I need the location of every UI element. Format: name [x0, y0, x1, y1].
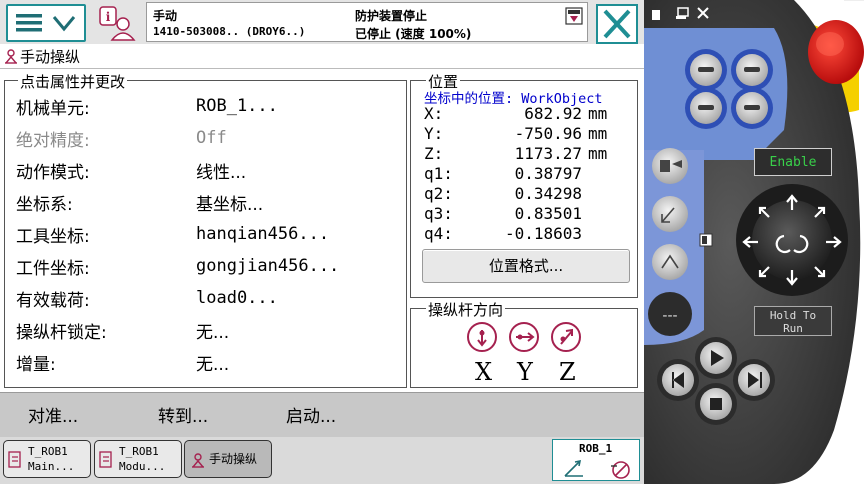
pos-q2-label: q2:	[424, 184, 453, 203]
properties-legend: 点击属性并更改	[18, 71, 128, 92]
hamburger-icon	[16, 14, 76, 32]
safety-state: 防护装置停止	[355, 9, 428, 23]
svg-text:i: i	[106, 10, 111, 24]
taskbar-item-line1: T_ROB1	[119, 445, 159, 458]
payload-label[interactable]: 有效载荷:	[16, 286, 90, 311]
pos-y-label: Y:	[424, 124, 444, 143]
joystick-axis-y: Y	[517, 358, 533, 386]
increment-label[interactable]: 增量:	[16, 350, 56, 375]
pos-z-value: 1173.27	[514, 144, 582, 163]
activate-button[interactable]: 启动...	[286, 402, 336, 427]
pos-x-label: X:	[424, 104, 444, 123]
joystick-axis-z: Z	[559, 358, 576, 386]
taskbar-item-module[interactable]: T_ROB1 Modu...	[94, 440, 182, 478]
pos-q4-label: q4:	[424, 224, 453, 243]
enable-device-button[interactable]: Enable	[754, 148, 832, 176]
title-row	[0, 44, 644, 69]
hold-to-run-button[interactable]: Hold To Run	[754, 306, 832, 336]
motion-mode-label[interactable]: 动作模式:	[16, 158, 90, 183]
page-title: 手动操纵	[20, 48, 81, 66]
jogging-icon	[5, 49, 17, 64]
absolute-accuracy-label: 绝对精度:	[16, 131, 90, 151]
taskbar-item-line1: T_ROB1	[28, 445, 68, 458]
taskbar-item-line2: Modu...	[119, 460, 166, 473]
position-format-button[interactable]: 位置格式...	[422, 249, 630, 283]
system-name: 1410-503008.. (DROY6..)	[153, 25, 306, 38]
absolute-accuracy-value: Off	[196, 128, 227, 148]
program-editor-icon	[99, 451, 112, 468]
pos-y-unit: mm	[588, 124, 608, 143]
payload-value[interactable]: load0...	[196, 288, 278, 308]
svg-text:---: ---	[662, 308, 677, 324]
operating-mode: 手动	[153, 9, 178, 23]
pos-z-label: Z:	[424, 144, 444, 163]
joystick-direction-legend: 操纵杆方向	[426, 299, 506, 320]
taskbar-item-line2: Main...	[28, 460, 75, 473]
goto-button[interactable]: 转到...	[158, 402, 208, 427]
program-editor-icon	[8, 451, 21, 468]
pos-z-unit: mm	[588, 144, 608, 163]
status-panel[interactable]: 手动 1410-503008.. (DROY6..) 防护装置停止 已停止 (速…	[146, 2, 588, 42]
jogging-icon	[192, 453, 204, 468]
pos-x-value: 682.92	[524, 104, 582, 123]
coordinate-system-value[interactable]: 基坐标...	[196, 190, 263, 215]
joystick-y-icon	[509, 322, 539, 352]
mechanical-unit-value[interactable]: ROB_1...	[196, 96, 278, 116]
run-state: 已停止 (速度 100%)	[355, 27, 472, 41]
pos-q4-value: -0.18603	[504, 224, 582, 243]
close-button[interactable]	[596, 4, 638, 44]
pos-q3-value: 0.83501	[514, 204, 582, 223]
coordinate-system-label[interactable]: 坐标系:	[16, 190, 73, 215]
pos-q1-value: 0.38797	[514, 164, 582, 183]
hold-to-run-line1: Hold To	[769, 309, 817, 322]
joystick-lock-label[interactable]: 操纵杆锁定:	[16, 318, 107, 343]
taskbar-item-main[interactable]: T_ROB1 Main...	[3, 440, 91, 478]
window-switch-icon	[565, 7, 583, 25]
tool-value[interactable]: hanqian456...	[196, 224, 329, 244]
work-object-value[interactable]: gongjian456...	[196, 256, 339, 276]
joystick-lock-value[interactable]: 无...	[196, 318, 229, 343]
taskbar-item-label: 手动操纵	[209, 452, 258, 466]
pos-q3-label: q3:	[424, 204, 453, 223]
pos-q2-value: 0.34298	[514, 184, 582, 203]
flexpendant-panel: ---	[644, 0, 864, 484]
close-icon	[603, 9, 631, 39]
hold-to-run-line2: Run	[783, 322, 803, 335]
motion-mode-value[interactable]: 线性...	[196, 158, 246, 183]
increment-value[interactable]: 无...	[196, 350, 229, 375]
joystick-z-icon	[551, 322, 581, 352]
joystick-x-icon	[467, 322, 497, 352]
user-info-icon: i	[99, 6, 136, 41]
joystick-axis-x: X	[475, 358, 493, 386]
work-object-label[interactable]: 工件坐标:	[16, 254, 90, 279]
motion-mode-icon	[564, 459, 630, 479]
pos-q1-label: q1:	[424, 164, 453, 183]
abb-menu-button[interactable]	[6, 4, 86, 42]
align-button[interactable]: 对准...	[28, 402, 78, 427]
pos-y-value: -750.96	[514, 124, 582, 143]
mechanical-unit-label[interactable]: 机械单元:	[16, 94, 90, 119]
tool-label[interactable]: 工具坐标:	[16, 222, 90, 247]
quickset-robot-button[interactable]: ROB_1	[552, 439, 640, 481]
taskbar-item-jogging[interactable]: 手动操纵	[184, 440, 272, 478]
flexpendant-hardware-image: ---	[644, 0, 864, 484]
pos-x-unit: mm	[588, 104, 608, 123]
event-log-user-icon[interactable]: i	[96, 4, 140, 42]
